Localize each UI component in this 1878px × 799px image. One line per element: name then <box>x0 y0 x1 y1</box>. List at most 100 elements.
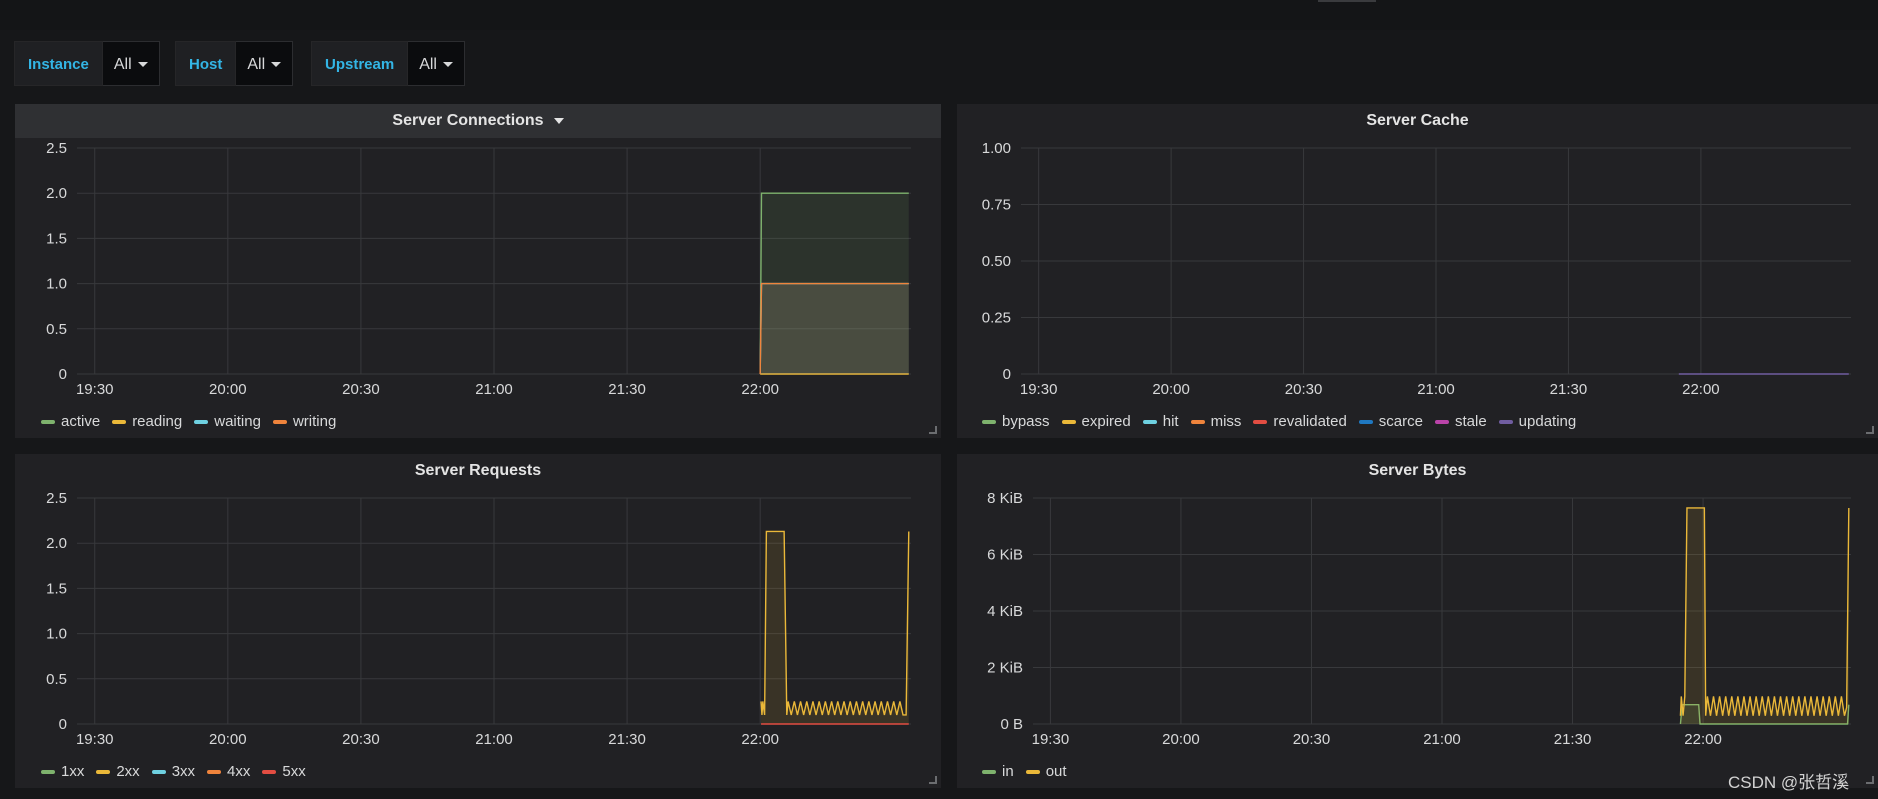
legend-label: hit <box>1162 413 1179 430</box>
legend-label: updating <box>1518 413 1577 430</box>
legend-item-expired[interactable]: expired <box>1061 413 1131 430</box>
legend-swatch <box>1498 419 1513 424</box>
legend-label: 1xx <box>61 763 85 780</box>
y-tick-label: 4 KiB <box>987 603 1023 620</box>
variable-instance-select[interactable]: All <box>102 41 160 86</box>
x-tick-label: 21:00 <box>1423 731 1461 748</box>
legend-item-reading[interactable]: reading <box>112 413 182 430</box>
legend-label: 4xx <box>227 763 251 780</box>
y-tick-label: 0.75 <box>982 197 1011 214</box>
legend-label: waiting <box>214 413 261 430</box>
legend-swatch <box>151 769 166 774</box>
legend-item-5xx[interactable]: 5xx <box>262 763 306 780</box>
x-tick-label: 19:30 <box>1020 381 1058 398</box>
resize-handle[interactable] <box>929 426 937 434</box>
legend-item-2xx[interactable]: 2xx <box>96 763 140 780</box>
resize-handle[interactable] <box>1866 776 1874 784</box>
variable-upstream: Upstream All <box>311 41 465 86</box>
legend-label: stale <box>1454 413 1487 430</box>
legend-label: expired <box>1081 413 1131 430</box>
series-area-writing <box>760 283 909 374</box>
caret-down-icon <box>137 62 148 68</box>
legend-item-3xx[interactable]: 3xx <box>151 763 196 780</box>
variable-host-select[interactable]: All <box>236 41 294 86</box>
legend-item-1xx[interactable]: 1xx <box>41 763 84 780</box>
legend-swatch <box>112 419 127 424</box>
legend-swatch <box>207 769 222 774</box>
y-tick-label: 0 B <box>1000 716 1023 733</box>
graph-plot: 0 0.5 1.0 1.5 2.0 2.5 19:30 20:00 20:30 21:00 21:3… <box>46 140 911 398</box>
y-tick-label: 1.0 <box>46 626 67 643</box>
x-tick-label: 20:30 <box>342 731 380 748</box>
panel-server-connections: Server Connections 0 0.5 1.0 1.5 2.0 2.5 19:30… <box>15 104 941 438</box>
variable-instance-label: Instance <box>14 41 103 86</box>
legend-item-waiting[interactable]: waiting <box>194 413 261 430</box>
y-tick-label: 0.5 <box>46 671 67 688</box>
x-tick-label: 21:00 <box>475 381 513 398</box>
legend-label: 3xx <box>171 763 196 780</box>
legend-item-scarce[interactable]: scarce <box>1358 413 1423 430</box>
legend-item-miss[interactable]: miss <box>1190 413 1242 430</box>
x-tick-label: 21:30 <box>608 381 646 398</box>
y-tick-label: 0.5 <box>46 321 67 338</box>
x-tick-label: 19:30 <box>1032 731 1070 748</box>
panel-server-cache: Server Cache 0 0.25 0.50 0.75 1.00 19:30 20:00… <box>957 104 1878 438</box>
legend: 1xx 2xx 3xx 4xx 5xx <box>41 763 318 780</box>
legend-swatch <box>982 419 996 424</box>
y-tick-label: 2.0 <box>46 185 67 202</box>
variable-upstream-select[interactable]: All <box>408 41 465 86</box>
legend-item-active[interactable]: active <box>41 413 100 430</box>
series-line-out <box>1679 507 1850 716</box>
legend-label: writing <box>292 413 337 430</box>
legend-item-4xx[interactable]: 4xx <box>207 763 250 780</box>
legend-label: out <box>1045 763 1067 780</box>
x-tick-label: 22:00 <box>1684 731 1722 748</box>
legend-swatch <box>41 769 55 774</box>
resize-handle[interactable] <box>1866 426 1874 434</box>
y-tick-label: 2.0 <box>46 535 67 552</box>
resize-handle[interactable] <box>929 776 937 784</box>
variable-instance-value: All <box>113 56 132 73</box>
x-tick-label: 20:00 <box>209 731 247 748</box>
y-tick-label: 1.0 <box>46 276 67 293</box>
y-tick-label: 2.5 <box>46 490 67 507</box>
x-tick-label: 20:30 <box>1293 731 1331 748</box>
variable-host: Host All <box>175 41 294 86</box>
legend-item-out[interactable]: out <box>1025 763 1067 780</box>
y-tick-label: 8 KiB <box>987 490 1023 507</box>
legend-swatch <box>194 419 209 424</box>
legend-label: 2xx <box>116 763 140 780</box>
variable-instance: Instance All <box>14 41 160 86</box>
legend-item-bypass[interactable]: bypass <box>982 413 1050 430</box>
legend-swatch <box>262 769 277 774</box>
y-tick-label: 0.25 <box>982 310 1011 327</box>
legend-label: scarce <box>1378 413 1423 430</box>
x-tick-label: 20:30 <box>1285 381 1323 398</box>
x-tick-label: 20:00 <box>1152 381 1190 398</box>
panel-server-bytes: Server Bytes 0 B2 KiB 4 KiB 6 KiB 8 KiB 19:3… <box>957 454 1878 788</box>
legend-swatch <box>1025 769 1040 774</box>
x-tick-label: 19:30 <box>76 381 114 398</box>
x-tick-label: 22:00 <box>1682 381 1720 398</box>
legend-item-revalidated[interactable]: revalidated <box>1253 413 1347 430</box>
panel-server-requests: Server Requests 0 0.5 1.0 1.5 2.0 2.5 19:30 20:… <box>15 454 941 788</box>
x-tick-label: 20:00 <box>209 381 247 398</box>
legend-swatch <box>1358 419 1373 424</box>
legend: bypass expired hit miss revalidated scarce sta… <box>982 413 1588 430</box>
legend-item-updating[interactable]: updating <box>1498 413 1577 430</box>
legend-item-writing[interactable]: writing <box>272 413 337 430</box>
x-tick-label: 21:30 <box>1550 381 1588 398</box>
legend-label: miss <box>1210 413 1242 430</box>
x-tick-label: 22:00 <box>741 731 779 748</box>
y-tick-label: 0 <box>1003 366 1011 383</box>
legend-item-hit[interactable]: hit <box>1142 413 1179 430</box>
legend-label: active <box>61 413 101 430</box>
x-tick-label: 20:30 <box>342 381 380 398</box>
legend-swatch <box>1190 419 1205 424</box>
series-area-2xx <box>761 531 909 724</box>
y-tick-label: 1.00 <box>982 140 1011 157</box>
y-tick-label: 0 <box>59 716 67 733</box>
graph-plot: 0 0.25 0.50 0.75 1.00 19:30 20:00 20:30 21:00 21:… <box>982 140 1851 398</box>
legend-item-in[interactable]: in <box>982 763 1014 780</box>
legend-item-stale[interactable]: stale <box>1434 413 1487 430</box>
